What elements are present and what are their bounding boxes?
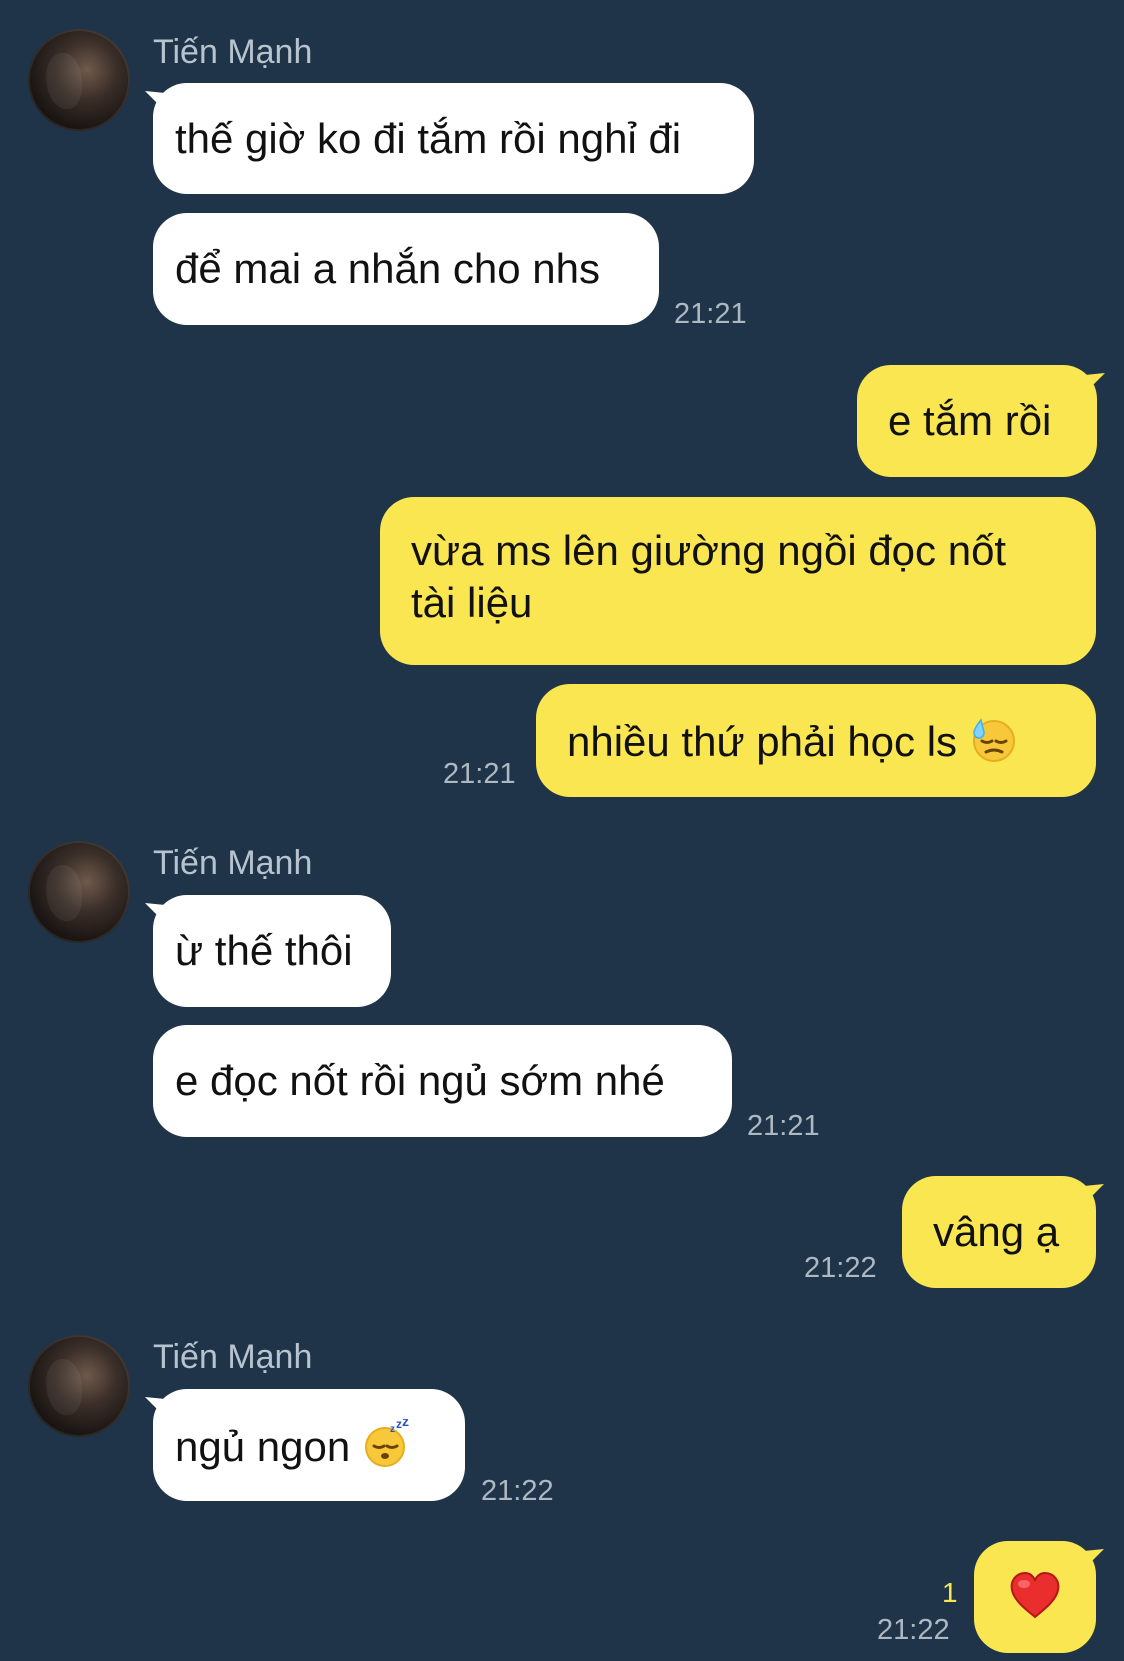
outgoing-message[interactable]	[974, 1541, 1096, 1653]
sender-name: Tiến Mạnh	[153, 1338, 313, 1376]
message-text: để mai a nhắn cho nhs	[175, 245, 600, 292]
message-text: e đọc nốt rồi ngủ sớm nhé	[175, 1057, 665, 1104]
message-timestamp: 21:22	[877, 1614, 950, 1646]
contact-avatar[interactable]	[28, 29, 130, 131]
outgoing-message[interactable]: vừa ms lên giường ngồi đọc nốt tài liệu	[380, 497, 1096, 665]
message-text: vừa ms lên giường ngồi đọc nốt tài liệu	[411, 527, 1007, 626]
message-text: ừ thế thôi	[175, 927, 353, 974]
message-timestamp: 21:21	[747, 1110, 820, 1142]
red-heart-icon	[1006, 1567, 1064, 1625]
message-timestamp: 21:22	[804, 1252, 877, 1284]
message-timestamp: 21:21	[443, 758, 516, 790]
message-timestamp: 21:21	[674, 298, 747, 330]
message-text: ngủ ngon	[175, 1423, 351, 1470]
sender-name: Tiến Mạnh	[153, 33, 313, 71]
incoming-message[interactable]: ừ thế thôi	[153, 895, 391, 1007]
message-text: vâng ạ	[933, 1208, 1060, 1255]
read-count: 1	[942, 1577, 958, 1608]
contact-avatar[interactable]	[28, 841, 130, 943]
outgoing-message[interactable]: vâng ạ	[902, 1176, 1096, 1288]
contact-avatar[interactable]	[28, 1335, 130, 1437]
sleeping-face-icon: z z z	[362, 1419, 412, 1469]
message-text: e tắm rồi	[888, 397, 1052, 444]
message-timestamp: 21:22	[481, 1475, 554, 1507]
incoming-message[interactable]: thế giờ ko đi tắm rồi nghỉ đi	[153, 83, 754, 194]
message-text: nhiều thứ phải học ls	[567, 718, 958, 765]
chat-thread: Tiến Mạnh thế giờ ko đi tắm rồi nghỉ đi …	[0, 0, 1124, 1661]
incoming-message[interactable]: e đọc nốt rồi ngủ sớm nhé	[153, 1025, 732, 1137]
outgoing-message[interactable]: e tắm rồi	[857, 365, 1097, 477]
svg-text:z: z	[390, 1424, 395, 1435]
message-text: thế giờ ko đi tắm rồi nghỉ đi	[175, 115, 682, 162]
incoming-message[interactable]: để mai a nhắn cho nhs	[153, 213, 659, 325]
downcast-face-with-sweat-icon	[969, 714, 1019, 764]
incoming-message[interactable]: ngủ ngon z z z	[153, 1389, 465, 1501]
svg-text:z: z	[402, 1419, 409, 1429]
outgoing-message[interactable]: nhiều thứ phải học ls	[536, 684, 1096, 797]
sender-name: Tiến Mạnh	[153, 844, 313, 882]
